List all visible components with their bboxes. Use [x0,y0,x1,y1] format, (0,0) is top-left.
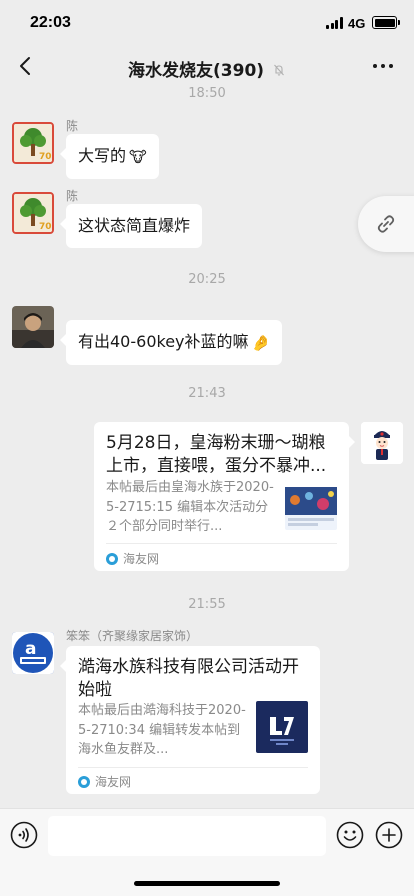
voice-icon[interactable] [10,821,38,849]
message-bubble[interactable]: 有出40-60key补蓝的嘛 🤌 [59,320,283,365]
card-title: 5月28日，皇海粉末珊～瑚粮上市，直接喂，蛋分不暴冲... [106,433,327,476]
card-divider [78,767,308,768]
card-thumbnail [285,480,337,530]
sender-name: 笨笨（齐聚缘家居家饰） [66,629,199,643]
link-card[interactable]: 5月28日，皇海粉末珊～瑚粮上市，直接喂，蛋分不暴冲... 本帖最后由皇海水族于… [94,422,355,571]
message-text: 这状态简直爆炸 [78,216,191,235]
card-source: 海友网 [78,773,131,790]
avatar[interactable] [12,306,54,348]
status-time: 22:03 [30,14,71,31]
emoji-icon[interactable] [336,821,364,849]
message-bubble[interactable]: 大写的 🐮 [60,134,159,179]
sender-name: 陈 [66,119,79,133]
card-source-name: 海友网 [123,552,160,566]
status-bar: 22:03 4G [0,0,414,48]
message-text: 有出40-60key补蓝的嘛 [78,332,249,351]
nav-bar: 海水发烧友(390) [0,48,414,86]
signal-icon [326,17,344,29]
source-logo-icon [78,776,90,788]
link-card[interactable]: 澔海水族科技有限公司活动开始啦 本帖最后由澔海科技于2020-5-2710:34… [60,646,320,794]
avatar[interactable]: 70 [12,122,54,164]
timestamp: 20:25 [188,272,226,287]
chat-area[interactable]: 18:50 70 陈 大写的 🐮 70 陈 这状态简直爆炸 20:25 有出40… [0,86,414,808]
pinching-hand-emoji-icon: 🤌 [251,334,271,352]
chat-title: 海水发烧友(390) [0,56,414,81]
message-bubble[interactable]: 这状态简直爆炸 [59,204,203,248]
network-type: 4G [348,16,366,31]
card-source-name: 海友网 [95,775,132,789]
svg-text:70: 70 [39,152,52,162]
svg-text:70: 70 [39,222,52,232]
mute-bell-icon [274,64,284,76]
avatar[interactable] [361,422,403,464]
link-icon [377,215,395,233]
timestamp: 21:55 [188,597,226,612]
message-input[interactable] [48,816,326,856]
battery-icon [372,16,400,29]
source-logo-icon [106,553,118,565]
card-divider [106,543,337,544]
sender-name: 陈 [66,189,79,203]
avatar[interactable]: a [12,632,54,674]
chat-title-text: 海水发烧友(390) [128,61,265,81]
card-description: 本帖最后由澔海科技于2020-5-2710:34 编辑转发本帖到海水鱼友群及..… [78,703,246,757]
avatar[interactable]: 70 [12,192,54,234]
message-text: 大写的 [78,146,127,165]
more-dots-icon[interactable] [370,54,396,78]
cow-emoji-icon: 🐮 [129,148,147,166]
card-source: 海友网 [106,550,159,567]
plus-icon[interactable] [375,821,403,849]
card-title: 澔海水族科技有限公司活动开始啦 [78,657,299,700]
home-indicator [134,881,280,886]
card-thumbnail [256,701,308,753]
floating-link-button[interactable] [358,196,414,252]
timestamp: 21:43 [188,386,226,401]
svg-text:a: a [25,639,36,659]
card-description: 本帖最后由皇海水族于2020-5-2715:15 编辑本次活动分２个部分同时举行… [106,480,274,534]
timestamp: 18:50 [188,86,226,101]
